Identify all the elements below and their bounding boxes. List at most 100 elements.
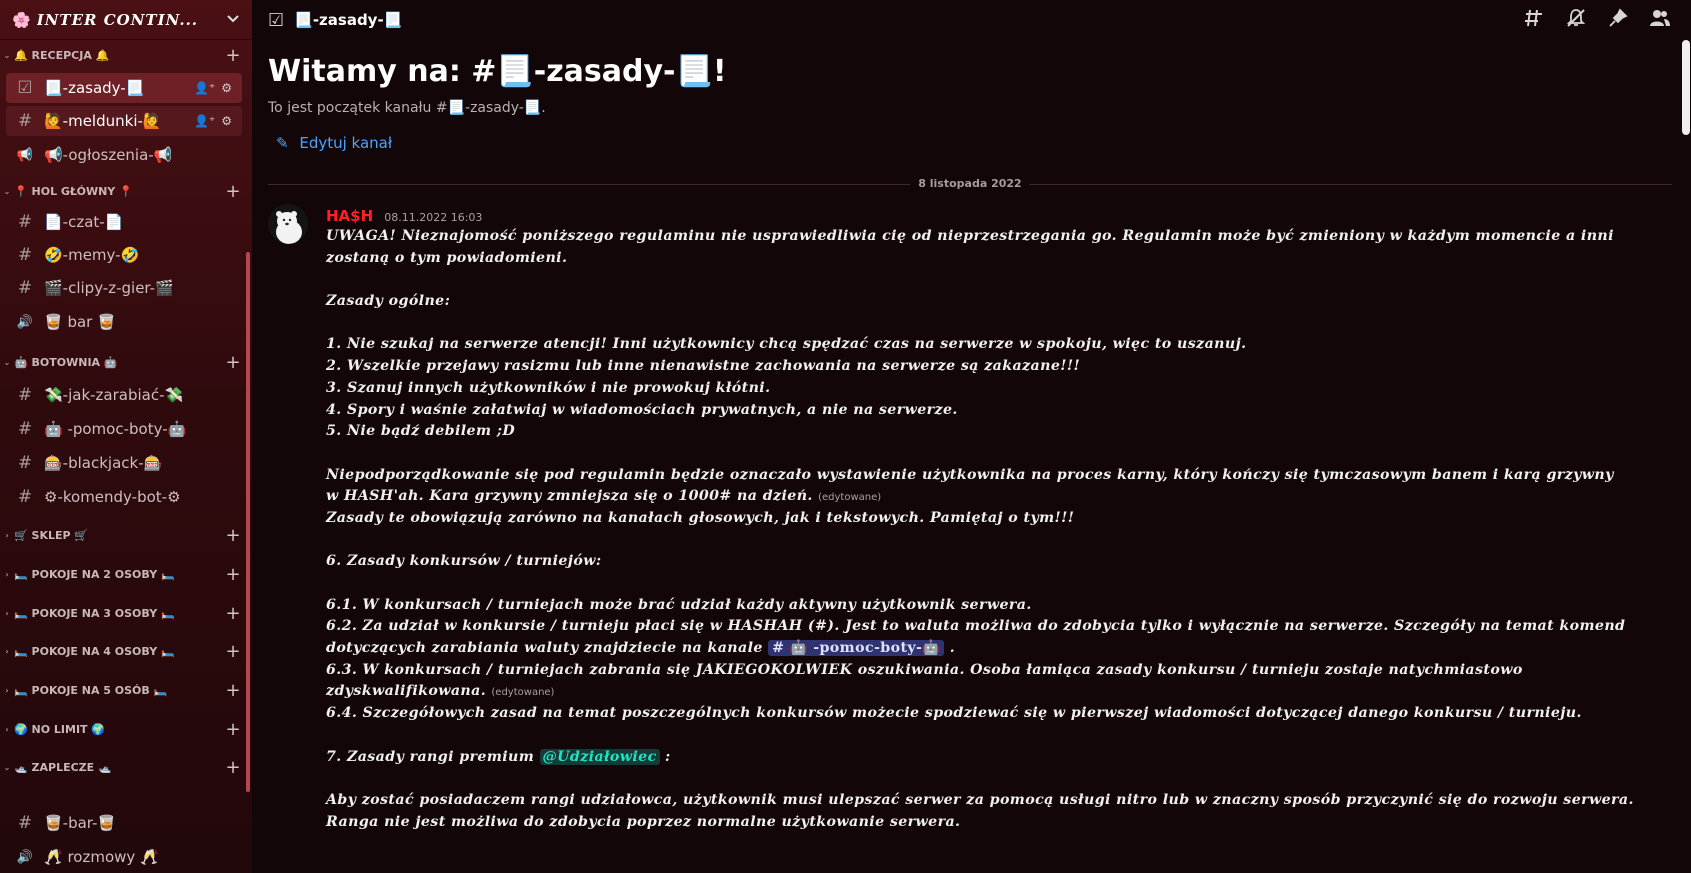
hash-icon: # [17,813,33,833]
message-line: Zasady te obowiązują zarówno na kanałach… [326,509,1075,526]
category-pokoje-5[interactable]: › 🛏️ POKOJE NA 5 OSÓB 🛏️ + [0,679,246,701]
message-scrollbar[interactable] [1682,40,1690,135]
message-line: 4. Spory i waśnie załatwiaj w wiadomości… [326,401,958,418]
channel-title: 📃-zasady-📃 [294,11,403,29]
hash-icon: # [17,245,33,265]
hash-icon: # [17,111,33,131]
voice-channel-rozmowy[interactable]: 🔊 🥂 rozmowy 🥂 [6,842,242,872]
message-line: 2. Wszelkie przejawy rasizmu lub inne ni… [326,358,1081,375]
message-line: UWAGA! Nieznajomość poniższego regulamin… [326,228,1614,244]
hash-icon: # [17,453,33,473]
category-label: 🛒 SKLEP 🛒 [14,528,89,542]
pin-icon[interactable] [1607,7,1629,33]
channel-czat[interactable]: # 📄-czat-📄 [6,207,242,237]
category-sklep[interactable]: › 🛒 SKLEP 🛒 + [0,524,246,546]
channel-zasady[interactable]: ☑ 📃-zasady-📃 👤⁺ ⚙ [6,73,242,103]
voice-channel-bar[interactable]: 🔊 🥃 bar 🥃 [6,307,242,337]
edit-channel-link[interactable]: ✎ Edytuj kanał [276,134,392,152]
mute-icon[interactable] [1565,8,1587,33]
chevron-down-icon[interactable] [226,12,240,28]
add-channel-icon[interactable]: + [220,757,246,778]
channel-komendy-bot[interactable]: # ⚙-komendy-bot-⚙ [6,482,242,512]
role-mention[interactable]: @Udziałowiec [539,748,660,765]
welcome-title: Witamy na: #📃-zasady-📃! [268,54,727,89]
message-content: UWAGA! Nieznajomość poniższego regulamin… [326,226,1666,833]
add-channel-icon[interactable]: + [220,719,246,740]
message-header: HA$H 08.11.2022 16:03 [326,206,482,225]
speaker-icon: 🔊 [16,849,34,865]
gear-icon[interactable]: ⚙ [221,114,232,128]
channel-name: 🙋-meldunki-🙋 [44,112,162,130]
server-icon: 🌸 [12,10,31,29]
category-pokoje-2[interactable]: › 🛏️ POKOJE NA 2 OSOBY 🛏️ + [0,563,246,585]
invite-icon[interactable]: 👤⁺ [194,114,215,128]
message-line-mention: dotyczących zarabiania waluty znajdzieci… [326,640,956,657]
category-pokoje-4[interactable]: › 🛏️ POKOJE NA 4 OSOBY 🛏️ + [0,640,246,662]
hash-icon: # [17,487,33,507]
channel-meldunki[interactable]: # 🙋-meldunki-🙋 👤⁺ ⚙ [6,106,242,136]
channel-name: 🎬-clipy-z-gier-🎬 [44,279,174,297]
message-line: 3. Szanuj innych użytkowników i nie prow… [326,379,771,396]
chevron-right-icon: › [5,685,9,695]
add-channel-icon[interactable]: + [220,525,246,546]
hash-icon: # [17,212,33,232]
message-area: Witamy na: #📃-zasady-📃! To jest początek… [252,40,1691,873]
channel-pomoc-boty[interactable]: # 🤖 -pomoc-boty-🤖 [6,414,242,444]
channel-header: ☑ 📃-zasady-📃 [252,0,1691,40]
channel-jak-zarabiac[interactable]: # 💸-jak-zarabiać-💸 [6,380,242,410]
server-header[interactable]: 🌸 INTER CONTIN... [0,0,252,40]
add-channel-icon[interactable]: + [220,45,246,66]
category-label: 🌍 NO LIMIT 🌍 [14,722,106,736]
category-no-limit[interactable]: › 🌍 NO LIMIT 🌍 + [0,718,246,740]
category-label: 🛥️ ZAPLECZE 🛥️ [14,760,112,774]
channel-bar-text[interactable]: # 🥃-bar-🥃 [6,808,242,838]
category-hol-glowny[interactable]: ⌄ 📍 HOL GŁÓWNY 📍 + [0,180,246,202]
channel-memy[interactable]: # 🤣-memy-🤣 [6,240,242,270]
channel-mention[interactable]: # 🤖 -pomoc-boty-🤖 [768,640,945,657]
channel-name: 🎰-blackjack-🎰 [44,454,163,472]
rules-channel-icon: ☑ [268,9,285,31]
category-zaplecze[interactable]: ⌄ 🛥️ ZAPLECZE 🛥️ + [0,756,246,778]
date-label: 8 listopada 2022 [910,177,1030,190]
gear-icon[interactable]: ⚙ [221,81,232,95]
date-divider: 8 listopada 2022 [268,177,1672,191]
add-channel-icon[interactable]: + [220,181,246,202]
sidebar-scrollbar[interactable] [246,252,250,792]
channel-clipy-z-gier[interactable]: # 🎬-clipy-z-gier-🎬 [6,273,242,303]
channel-name: 🤣-memy-🤣 [44,246,140,264]
members-icon[interactable] [1649,8,1671,33]
add-channel-icon[interactable]: + [220,352,246,373]
channel-ogloszenia[interactable]: 📢 📢-ogłoszenia-📢 [6,140,242,170]
category-botownia[interactable]: ⌄ 🤖 BOTOWNIA 🤖 + [0,351,246,373]
message-line: 6.3. W konkursach / turniejach zabrania … [326,661,1523,678]
add-channel-icon[interactable]: + [220,680,246,701]
threads-icon[interactable] [1523,8,1545,33]
message-line: 6.1. W konkursach / turniejach może brać… [326,596,1032,613]
message-line-role: 7. Zasady rangi premium @Udziałowiec : [326,748,671,765]
chevron-icon: ⌄ [3,50,11,60]
message-line-edited: zdyskwalifikowana. (edytowane) [326,681,1666,703]
channel-name: 🥃 bar 🥃 [44,313,116,331]
category-label: 📍 HOL GŁÓWNY 📍 [14,184,133,198]
add-channel-icon[interactable]: + [220,603,246,624]
channel-name: 🥂 rozmowy 🥂 [44,848,159,866]
channel-blackjack[interactable]: # 🎰-blackjack-🎰 [6,448,242,478]
category-pokoje-3[interactable]: › 🛏️ POKOJE NA 3 OSOBY 🛏️ + [0,602,246,624]
message-line: 5. Nie bądź debilem ;D [326,423,516,440]
rules-channel-icon: ☑ [17,78,33,98]
add-channel-icon[interactable]: + [220,641,246,662]
message-author[interactable]: HA$H [326,207,373,225]
add-channel-icon[interactable]: + [220,564,246,585]
message-text: 7. Zasady rangi premium [326,748,535,765]
chevron-right-icon: › [5,646,9,656]
invite-icon[interactable]: 👤⁺ [194,81,215,95]
chevron-icon: ⌄ [3,186,11,196]
message-line: 6.4. Szczegółowych zasad na temat poszcz… [326,705,1582,722]
category-label: 🛏️ POKOJE NA 4 OSOBY 🛏️ [14,644,175,658]
category-recepcja[interactable]: ⌄ 🔔 RECEPCJA 🔔 + [0,44,246,66]
avatar[interactable] [268,204,308,244]
